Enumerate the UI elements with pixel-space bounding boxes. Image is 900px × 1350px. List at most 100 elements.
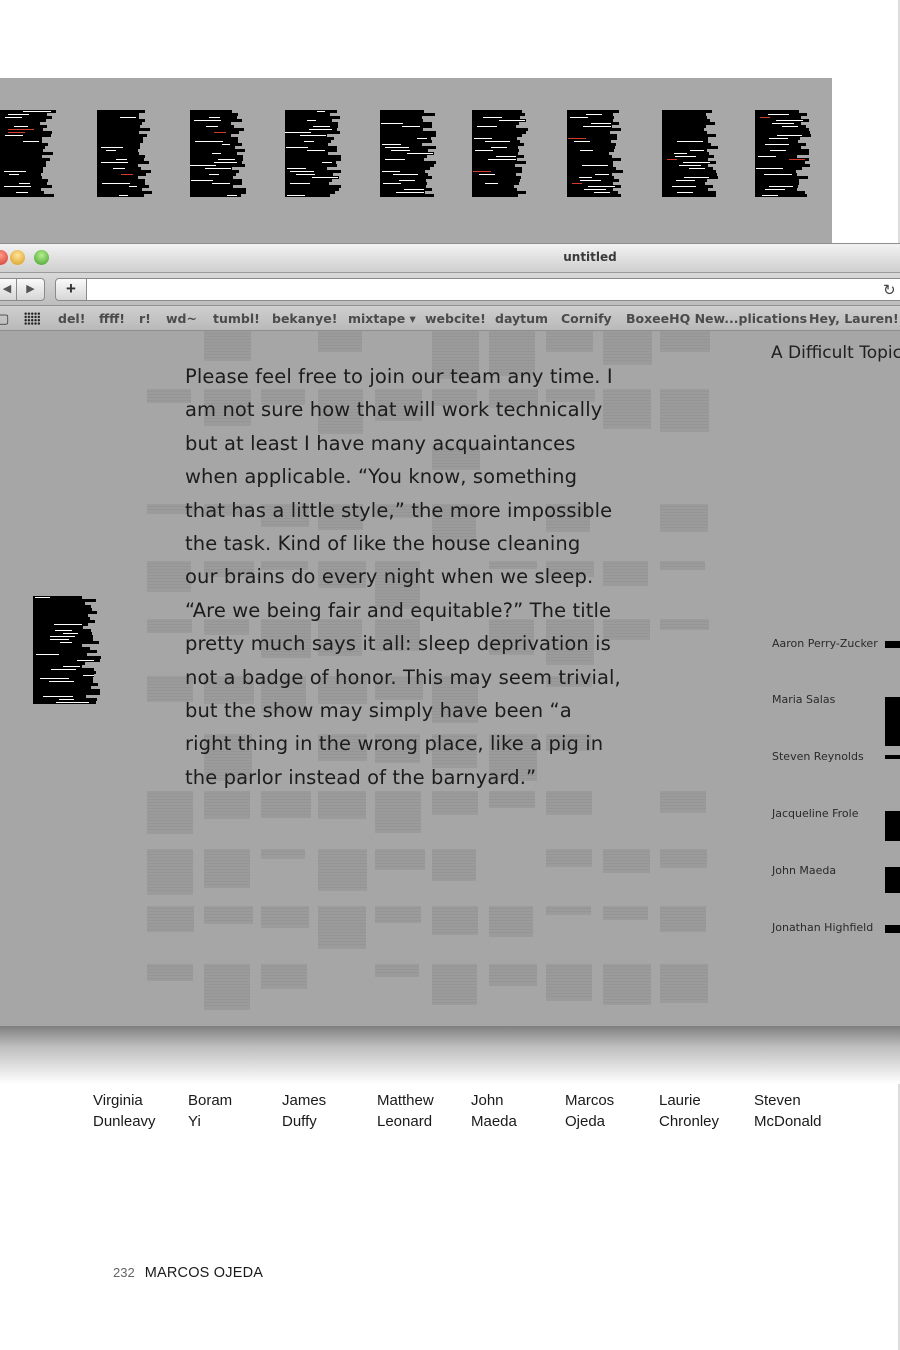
text-line-mark <box>770 150 786 151</box>
article-line: Please feel free to join our team any ti… <box>185 365 613 388</box>
text-line-mark <box>474 138 492 139</box>
background-text-block <box>432 964 477 1005</box>
text-line-mark <box>485 141 510 142</box>
page-thumbnail[interactable] <box>285 110 341 197</box>
article-line: “Are we being fair and equitable?” The t… <box>185 598 612 622</box>
article-line: am not sure how that will work technical… <box>185 398 603 422</box>
text-line-mark <box>488 159 516 160</box>
bookmark-item[interactable]: bekanye! <box>272 311 337 326</box>
contributor-name: Marcos Ojeda <box>565 1092 615 1130</box>
background-text-block <box>147 964 193 981</box>
back-arrow-icon: ◀ <box>2 283 12 295</box>
text-line-mark <box>776 120 803 121</box>
sidebar-name[interactable]: John Maeda <box>772 864 836 877</box>
bookmark-item[interactable]: ffff! <box>99 311 125 326</box>
text-line-mark <box>580 180 601 181</box>
article-text: Please feel free to join our team any ti… <box>185 360 625 794</box>
bookmark-item[interactable]: wd~ <box>166 311 197 326</box>
contributor-name: Laurie Chronley <box>659 1092 720 1130</box>
add-bookmark-button[interactable]: + <box>55 278 87 301</box>
text-line-mark <box>19 183 30 184</box>
sidebar-name[interactable]: Aaron Perry-Zucker <box>772 637 878 650</box>
text-line-mark <box>689 168 705 169</box>
text-line-mark <box>407 153 433 154</box>
article-line: the parlor instead of the barnyard.” <box>185 765 537 789</box>
running-head-author: MARCOS OJEDA <box>144 1265 264 1281</box>
background-text-block <box>204 849 250 888</box>
text-line-mark <box>475 150 493 151</box>
text-line-mark <box>674 153 687 154</box>
text-line-mark <box>765 144 789 145</box>
window-title: untitled <box>563 250 617 264</box>
page-thumbnail[interactable] <box>567 110 623 197</box>
background-text-block <box>261 849 305 859</box>
text-line-mark <box>496 156 516 157</box>
text-line-mark <box>404 189 424 190</box>
bookmark-item[interactable]: r! <box>139 311 151 326</box>
article-line: when applicable. “You know, something <box>185 465 578 489</box>
bookmark-item[interactable]: daytum <box>495 311 548 326</box>
page-thumbnail[interactable] <box>380 110 436 197</box>
text-line-mark <box>662 194 716 197</box>
sidebar-name[interactable]: Steven Reynolds <box>772 750 864 763</box>
text-line-mark <box>499 120 525 121</box>
text-line-mark <box>0 194 54 197</box>
text-line-mark <box>322 162 332 163</box>
bookmark-folder-mixtape[interactable]: mixtape ▾ <box>348 311 416 326</box>
page-thumbnail[interactable] <box>755 110 811 197</box>
text-line-mark <box>491 147 507 148</box>
background-text-block <box>204 331 251 361</box>
text-line-mark <box>675 156 696 157</box>
background-text-block <box>660 791 706 813</box>
sidebar-name[interactable]: Maria Salas <box>772 693 835 706</box>
text-line-mark <box>285 132 311 133</box>
bookmark-item[interactable]: tumbl! <box>213 311 260 326</box>
background-text-block <box>660 504 708 532</box>
top-sites-grid-icon[interactable] <box>24 312 40 325</box>
text-line-mark <box>5 117 22 118</box>
bookmark-item[interactable]: webcite! <box>425 311 486 326</box>
text-line-mark <box>8 114 29 115</box>
text-line-mark <box>205 168 231 169</box>
page-thumbnail[interactable] <box>662 110 718 197</box>
text-line-mark <box>209 117 220 118</box>
forward-button[interactable]: ▶ <box>16 278 45 301</box>
text-line-mark <box>574 141 590 142</box>
text-line-mark <box>594 192 610 193</box>
sidebar-name[interactable]: Jonathan Highfield <box>772 921 873 934</box>
sidebar-name[interactable]: Jacqueline Frole <box>772 807 858 820</box>
reload-icon[interactable]: ↻ <box>883 281 896 299</box>
bookmark-item[interactable]: Hey, Lauren!... <box>809 311 900 326</box>
text-line-mark <box>768 114 789 115</box>
background-text-block <box>318 849 367 891</box>
minimize-window-button[interactable] <box>10 250 25 265</box>
background-text-block <box>375 849 425 870</box>
page-thumbnail[interactable] <box>472 110 528 197</box>
bookmark-item[interactable]: Cornify <box>561 311 612 326</box>
text-line-mark <box>191 180 213 181</box>
bookmarks-book-icon[interactable]: ▢ <box>0 311 9 327</box>
text-line-mark <box>382 144 401 145</box>
text-line-mark <box>8 129 34 130</box>
text-line-mark <box>317 111 325 112</box>
page-thumbnail[interactable] <box>97 110 153 197</box>
bookmark-item[interactable]: del! <box>58 311 85 326</box>
text-line-mark <box>588 186 615 187</box>
text-line-mark <box>222 144 230 145</box>
bookmark-item[interactable]: BoxeeHQ New...plications <box>626 311 807 326</box>
page-thumbnail[interactable] <box>190 110 246 197</box>
close-window-button[interactable] <box>0 250 8 265</box>
text-line-mark <box>55 630 72 631</box>
text-line-mark <box>296 174 315 175</box>
address-bar[interactable] <box>86 278 900 301</box>
text-line-mark <box>120 117 136 118</box>
text-line-mark <box>760 117 770 118</box>
background-text-block <box>375 964 419 977</box>
text-line-mark <box>393 174 418 175</box>
page-thumbnail[interactable] <box>0 110 56 197</box>
text-line-mark <box>113 168 125 169</box>
zoom-window-button[interactable] <box>34 250 49 265</box>
background-text-block <box>432 906 478 935</box>
text-line-mark <box>382 171 400 172</box>
text-line-mark <box>307 120 316 121</box>
